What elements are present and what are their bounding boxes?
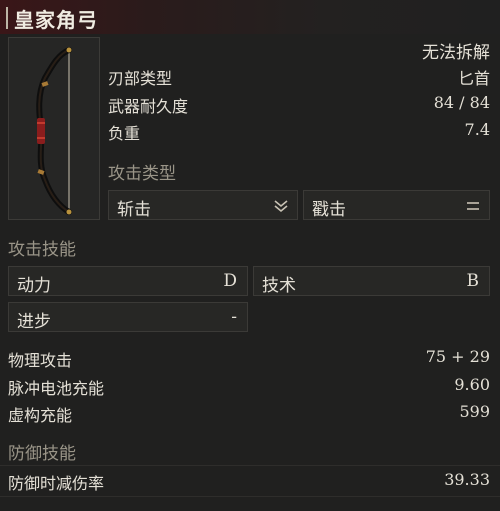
skill-label: 动力 (17, 276, 51, 296)
stat-value: 75 + 29 (425, 347, 490, 366)
attribute-row-blade-type: 刃部类型 匕首 (108, 65, 490, 88)
double-chevron-down-icon (273, 198, 289, 218)
attribute-value: 匕首 (457, 69, 490, 88)
stat-label: 物理攻击 (8, 351, 73, 370)
skill-box-advance: 进步 - (8, 302, 248, 332)
attribute-row-weight: 负重 7.4 (108, 120, 490, 143)
attribute-label: 负重 (108, 124, 141, 143)
stat-label: 虚构充能 (8, 406, 73, 425)
title-accent-bar (6, 7, 8, 29)
title-bar: 皇家角弓 (0, 0, 500, 34)
skill-box-power: 动力 D (8, 266, 248, 296)
attack-type-heading: 攻击类型 (108, 164, 176, 184)
stat-label: 脉冲电池充能 (8, 379, 105, 398)
skill-box-technique: 技术 B (253, 266, 490, 296)
stat-row-physical-attack: 物理攻击 75 + 29 (8, 347, 490, 370)
disassemble-status: 无法拆解 (422, 43, 490, 63)
stat-label: 防御时减伤率 (8, 474, 105, 493)
section-divider (0, 465, 500, 466)
item-name: 皇家角弓 (14, 8, 98, 32)
attack-type-thrust[interactable]: 戳击 (303, 190, 490, 220)
item-tooltip-panel: 皇家角弓 无法拆解 刃部类型 匕首 武器耐久度 84 / 84 负重 7.4 攻… (0, 0, 500, 511)
skill-grade: B (466, 271, 480, 291)
attribute-label: 刃部类型 (108, 69, 173, 88)
skill-label: 技术 (262, 276, 296, 296)
skill-grade: D (223, 271, 237, 291)
stat-row-fable-charge: 虚构充能 599 (8, 402, 490, 425)
attack-skill-heading: 攻击技能 (8, 240, 76, 260)
skill-label: 进步 (17, 312, 51, 332)
stat-value: 9.60 (454, 375, 490, 394)
attribute-label: 武器耐久度 (108, 97, 189, 116)
stat-value: 599 (459, 402, 490, 421)
attack-type-label: 戳击 (312, 200, 346, 220)
attribute-value: 7.4 (464, 120, 490, 139)
attribute-value: 84 / 84 (433, 93, 490, 112)
attack-type-label: 斩击 (117, 200, 151, 220)
section-divider (0, 496, 500, 497)
attack-type-slash[interactable]: 斩击 (108, 190, 298, 220)
bow-icon (36, 47, 72, 215)
stat-value: 39.33 (444, 470, 490, 489)
defense-skill-heading: 防御技能 (8, 444, 76, 464)
item-image (8, 37, 100, 220)
equals-icon (465, 198, 481, 218)
stat-row-pulse-cell: 脉冲电池充能 9.60 (8, 375, 490, 398)
skill-grade: - (231, 307, 237, 327)
stat-row-guard-reduction: 防御时减伤率 39.33 (8, 470, 490, 493)
attribute-row-durability: 武器耐久度 84 / 84 (108, 93, 490, 116)
